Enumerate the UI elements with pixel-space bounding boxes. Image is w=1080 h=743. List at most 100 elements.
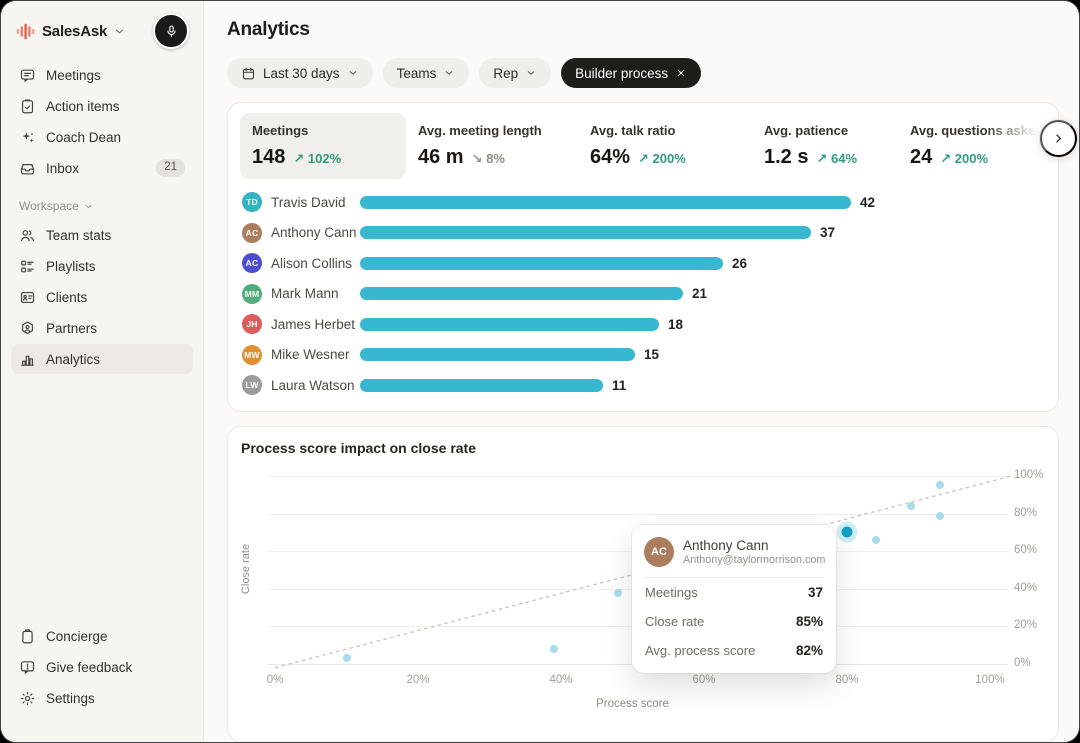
bar[interactable]	[360, 256, 723, 270]
filter-chip-last-30-days[interactable]: Last 30 days	[227, 58, 373, 88]
stats-row: Meetings 148 ↗ 102% Avg. meeting length 46 m…	[240, 113, 1048, 179]
bar[interactable]	[360, 317, 659, 331]
bar-track: 21	[360, 286, 1044, 301]
sidebar-item-playlists[interactable]: Playlists	[11, 251, 193, 281]
sidebar: SalesAsk Meetings Action items Coach Dean I…	[1, 1, 204, 742]
sidebar-item-analytics[interactable]: Analytics	[11, 344, 193, 374]
stat-avg-questions-asked[interactable]: Avg. questions asked 24 ↗ 200%	[898, 113, 1048, 179]
filter-chip-builder-process[interactable]: Builder process	[561, 58, 702, 88]
filter-chip-label: Builder process	[575, 65, 669, 81]
sidebar-item-label: Team stats	[46, 227, 112, 243]
scatter-point[interactable]	[614, 588, 623, 597]
stats-next-button[interactable]	[1040, 120, 1077, 157]
scatter-point[interactable]	[936, 481, 944, 490]
sidebar-item-label: Partners	[46, 320, 98, 336]
scatter-point[interactable]	[936, 511, 944, 520]
avatar: MM	[242, 283, 262, 304]
bar-track: 42	[360, 195, 1044, 210]
avatar: LW	[242, 375, 262, 395]
y-tick-label: 0%	[1014, 657, 1031, 669]
sidebar-item-partners[interactable]: Partners	[11, 313, 193, 343]
bar-value: 15	[644, 347, 660, 362]
chevron-down-icon	[83, 201, 94, 212]
tooltip-row: Meetings 37	[644, 578, 824, 607]
stat-value: 148	[252, 146, 286, 168]
x-tick-label: 60%	[692, 674, 716, 686]
brand-name: SalesAsk	[42, 22, 108, 40]
sidebar-workspace-nav: Team stats Playlists Clients Partners Analyt…	[11, 219, 193, 375]
scatter-tooltip: AC Anthony Cann Anthony@taylormorrison.c…	[632, 525, 836, 673]
stat-avg-talk-ratio[interactable]: Avg. talk ratio 64% ↗ 200%	[578, 113, 752, 179]
tooltip-row-label: Meetings	[645, 585, 698, 600]
bar-value: 37	[820, 225, 836, 240]
filter-chip-label: Teams	[396, 65, 437, 81]
stat-delta: ↗ 102%	[293, 151, 342, 166]
stat-label: Meetings	[252, 123, 309, 138]
workspace-label: Workspace	[19, 199, 79, 213]
bar[interactable]	[360, 287, 683, 300]
filter-chip-label: Rep	[493, 65, 519, 81]
stat-delta: ↗ 64%	[816, 151, 858, 166]
sidebar-item-clients[interactable]: Clients	[11, 282, 193, 312]
x-tick-label: 0%	[266, 674, 284, 686]
scatter-point[interactable]	[342, 654, 351, 663]
users-icon	[19, 227, 36, 244]
sidebar-item-coach-dean[interactable]: Coach Dean	[11, 122, 193, 152]
bar-row-mike-wesner: MW Mike Wesner 15	[242, 344, 1044, 365]
y-tick-label: 80%	[1014, 506, 1038, 519]
y-tick-label: 20%	[1014, 619, 1038, 632]
scatter-card: Process score impact on close rate AC An…	[227, 426, 1059, 742]
x-tick-label: 80%	[835, 674, 859, 686]
x-tick-label: 40%	[549, 674, 573, 686]
tooltip-header: AC Anthony Cann Anthony@taylormorrison.c…	[644, 537, 825, 578]
sidebar-item-meetings[interactable]: Meetings	[11, 60, 193, 90]
tooltip-row-label: Avg. process score	[645, 643, 756, 658]
bar-track: 11	[360, 378, 1044, 393]
rep-name: Travis David	[271, 194, 346, 210]
workspace-section-label[interactable]: Workspace	[11, 184, 193, 219]
scatter-point[interactable]	[907, 502, 916, 511]
bar-chart-icon	[19, 351, 36, 368]
tooltip-row: Close rate 85%	[644, 607, 824, 636]
sidebar-item-settings[interactable]: Settings	[11, 683, 193, 713]
bar-row-alison-collins: AC Alison Collins 26	[242, 253, 1044, 273]
sidebar-footer: Concierge Give feedback Settings	[11, 620, 193, 722]
sidebar-item-give-feedback[interactable]: Give feedback	[11, 652, 193, 682]
sidebar-item-inbox[interactable]: Inbox 21	[11, 153, 193, 183]
tooltip-row-value: 37	[807, 585, 823, 600]
filter-chip-rep[interactable]: Rep	[479, 58, 552, 88]
sidebar-item-label: Give feedback	[46, 659, 133, 675]
sidebar-item-concierge[interactable]: Concierge	[11, 621, 193, 651]
bar[interactable]	[360, 195, 851, 209]
stat-avg-patience[interactable]: Avg. patience 1.2 s ↗ 64%	[752, 113, 898, 179]
stat-delta: ↗ 200%	[638, 151, 686, 166]
main-content: Analytics Last 30 days Teams Rep Builder pr…	[204, 1, 1079, 742]
filter-bar: Last 30 days Teams Rep Builder process	[227, 58, 1059, 88]
filter-chip-teams[interactable]: Teams	[382, 58, 470, 88]
avatar: AC	[242, 222, 262, 243]
bar-row-mark-mann: MM Mark Mann 21	[242, 283, 1044, 304]
scatter-point-highlighted[interactable]	[841, 526, 853, 538]
bar[interactable]	[360, 378, 603, 392]
chevron-down-icon	[525, 67, 537, 79]
bar-value: 42	[860, 194, 876, 210]
avatar: JH	[242, 314, 262, 334]
sidebar-item-team-stats[interactable]: Team stats	[11, 220, 193, 250]
chevron-down-icon	[443, 67, 455, 79]
scatter-point[interactable]	[871, 535, 880, 544]
stat-meetings[interactable]: Meetings 148 ↗ 102%	[240, 113, 406, 179]
tooltip-row-value: 85%	[795, 614, 823, 629]
bar[interactable]	[360, 226, 811, 239]
sidebar-item-label: Meetings	[46, 67, 101, 83]
sidebar-item-action-items[interactable]: Action items	[11, 91, 193, 121]
chevron-down-icon[interactable]	[113, 25, 126, 38]
bar[interactable]	[360, 348, 635, 361]
stat-avg-meeting-length[interactable]: Avg. meeting length 46 m ↘ 8%	[406, 113, 578, 179]
bar-row-travis-david: TD Travis David 42	[242, 192, 1044, 212]
logo-row: SalesAsk	[11, 11, 193, 59]
stage: SalesAsk Meetings Action items Coach Dean I…	[0, 0, 1080, 743]
mic-button[interactable]	[153, 13, 189, 49]
calendar-icon	[241, 66, 256, 81]
bar-track: 18	[360, 317, 1044, 332]
scatter-point[interactable]	[549, 645, 558, 653]
